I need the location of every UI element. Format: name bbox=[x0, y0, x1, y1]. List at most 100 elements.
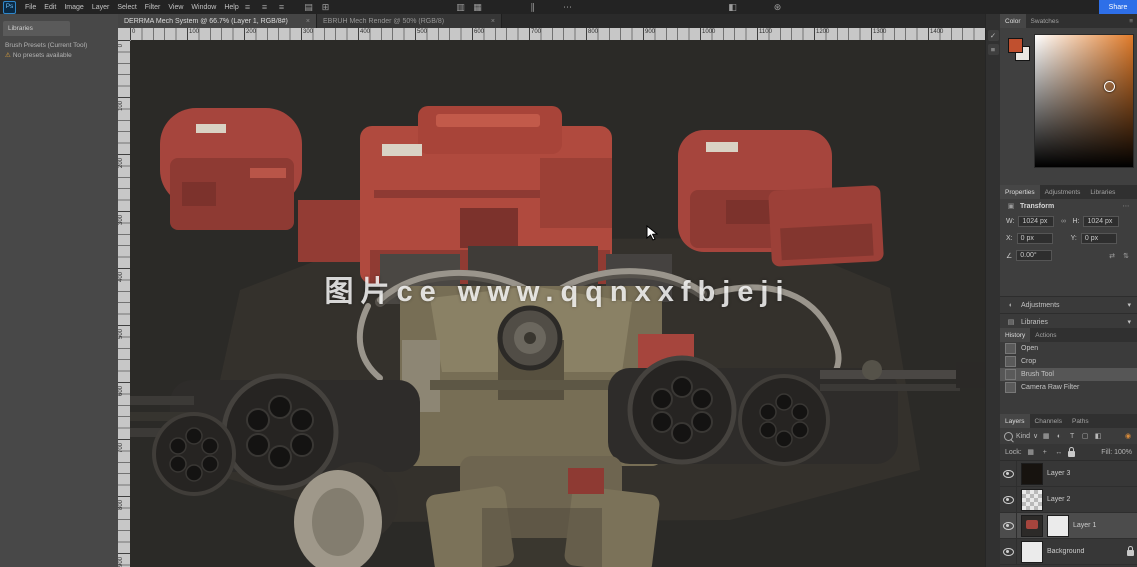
flip-horizontal-icon[interactable]: ⇄ bbox=[1107, 252, 1117, 260]
menu-help[interactable]: Help bbox=[220, 4, 242, 11]
menu-edit[interactable]: Edit bbox=[40, 4, 60, 11]
layer-name: Layer 1 bbox=[1073, 522, 1097, 529]
layer-thumbnail[interactable] bbox=[1021, 540, 1043, 563]
panel-row-adjustments[interactable]: ◐ Adjustments ▾ bbox=[1000, 296, 1137, 313]
chevron-down-icon[interactable]: ∨ bbox=[1033, 432, 1038, 440]
tab-paths[interactable]: Paths bbox=[1067, 414, 1094, 428]
tab-channels[interactable]: Channels bbox=[1030, 414, 1067, 428]
tab-actions[interactable]: Actions bbox=[1030, 328, 1061, 342]
tab-properties[interactable]: Properties bbox=[1000, 185, 1040, 199]
ruler-top[interactable]: 0 100 200 300 400 500 600 700 800 900 1000 1100 1200… bbox=[130, 28, 985, 40]
chevron-down-icon[interactable]: ▾ bbox=[1127, 301, 1131, 309]
history-state[interactable]: Open bbox=[1000, 342, 1137, 355]
filter-toggle-icon[interactable]: ◉ bbox=[1123, 432, 1133, 440]
angle-field[interactable]: 0.00° bbox=[1016, 250, 1053, 261]
menu-file[interactable]: File bbox=[21, 4, 40, 11]
layer-row[interactable]: Layer 2 bbox=[1000, 487, 1137, 513]
app-logo[interactable]: Ps bbox=[3, 0, 16, 14]
menu-select[interactable]: Select bbox=[113, 4, 140, 11]
check-icon[interactable]: ✓ bbox=[987, 30, 999, 41]
filter-type-icon[interactable]: T bbox=[1067, 433, 1077, 440]
layer-row[interactable]: Layer 3 bbox=[1000, 461, 1137, 487]
link-icon[interactable]: ∞ bbox=[1058, 218, 1068, 225]
layer-row-selected[interactable]: Layer 1 bbox=[1000, 513, 1137, 539]
lock-position-icon[interactable]: + bbox=[1040, 449, 1050, 456]
layer-thumbnail[interactable] bbox=[1021, 514, 1043, 537]
history-state[interactable]: Camera Raw Filter bbox=[1000, 381, 1137, 394]
tab-color[interactable]: Color bbox=[1000, 14, 1026, 28]
settings-icon[interactable]: ⊛ bbox=[772, 0, 783, 14]
mouse-cursor-icon bbox=[646, 225, 658, 241]
lock-move-icon[interactable]: ↔ bbox=[1054, 449, 1064, 456]
close-icon[interactable]: × bbox=[486, 18, 495, 25]
history-state-selected[interactable]: Brush Tool bbox=[1000, 368, 1137, 381]
document-tab-active[interactable]: DERRMA Mech System @ 66.7% (Layer 1, RGB… bbox=[118, 14, 317, 28]
tab-history[interactable]: History bbox=[1000, 328, 1031, 342]
filter-adjustment-icon[interactable]: ◐ bbox=[1054, 433, 1064, 440]
foreground-color-swatch[interactable] bbox=[1008, 38, 1023, 53]
visibility-toggle[interactable] bbox=[1000, 513, 1017, 538]
share-button[interactable]: Share bbox=[1099, 0, 1137, 14]
libraries-icon: ▤ bbox=[1007, 319, 1015, 326]
filter-kind-select[interactable]: Kind bbox=[1016, 433, 1030, 440]
panel-collapse-strip: ✓ ≡ bbox=[985, 14, 1000, 567]
height-field[interactable]: 1024 px bbox=[1083, 216, 1120, 227]
menu-layer[interactable]: Layer bbox=[88, 4, 114, 11]
canvas[interactable]: 图片ce www.qqnxxfbjeji bbox=[130, 40, 985, 567]
tab-layers[interactable]: Layers bbox=[1000, 414, 1030, 428]
ruler-label: 1400 bbox=[930, 29, 944, 35]
align-right-icon[interactable]: ≡ bbox=[276, 0, 287, 14]
panel-grid-icon[interactable]: ▤ bbox=[303, 0, 314, 14]
color-gradient[interactable] bbox=[1034, 34, 1134, 168]
tab-swatches[interactable]: Swatches bbox=[1026, 14, 1064, 28]
align-center-icon[interactable]: ≡ bbox=[259, 0, 270, 14]
list-icon[interactable]: ≡ bbox=[987, 44, 999, 55]
filter-pixel-icon[interactable]: ▦ bbox=[1041, 432, 1051, 440]
y-field[interactable]: 0 px bbox=[1080, 233, 1117, 244]
lock-all-icon[interactable] bbox=[1067, 446, 1075, 457]
layer-row[interactable]: Background bbox=[1000, 539, 1137, 565]
pattern-icon[interactable]: ▦ bbox=[472, 0, 483, 14]
left-panel-tab[interactable]: Libraries bbox=[3, 21, 70, 36]
more-options-icon[interactable]: ⋯ bbox=[562, 0, 573, 14]
color-picker-cursor[interactable] bbox=[1103, 81, 1115, 93]
x-field[interactable]: 0 px bbox=[1016, 233, 1053, 244]
ruler-left[interactable]: 0 100 200 300 400 500 600 700 800 900 bbox=[118, 40, 130, 567]
visibility-toggle[interactable] bbox=[1000, 539, 1017, 564]
left-panel-line2: ⚠ No presets available bbox=[5, 51, 113, 61]
layer-thumbnail[interactable] bbox=[1021, 462, 1043, 485]
layer-mask-thumbnail[interactable] bbox=[1047, 514, 1069, 537]
menu-view[interactable]: View bbox=[164, 4, 187, 11]
ruler-label: 200 bbox=[118, 158, 124, 169]
visibility-toggle[interactable] bbox=[1000, 487, 1017, 512]
document-tab-title: EBRUH Mech Render @ 50% (RGB/8) bbox=[323, 17, 445, 25]
ruler-label: 400 bbox=[360, 29, 371, 35]
filter-smart-icon[interactable]: ◧ bbox=[1093, 432, 1103, 440]
history-state-label: Camera Raw Filter bbox=[1021, 384, 1080, 391]
more-options-icon[interactable]: ⋯ bbox=[1121, 202, 1131, 210]
width-field[interactable]: 1024 px bbox=[1018, 216, 1055, 227]
tab-libraries[interactable]: Libraries bbox=[1085, 185, 1120, 199]
tab-adjustments[interactable]: Adjustments bbox=[1040, 185, 1086, 199]
chevron-down-icon[interactable]: ▾ bbox=[1127, 318, 1131, 326]
grid-icon[interactable]: ⊞ bbox=[320, 0, 331, 14]
layer-thumbnail[interactable] bbox=[1021, 488, 1043, 511]
menu-filter[interactable]: Filter bbox=[141, 4, 165, 11]
visibility-toggle[interactable] bbox=[1000, 461, 1017, 486]
properties-panel: Properties Adjustments Libraries ▣ Trans… bbox=[1000, 185, 1137, 296]
lock-icon bbox=[1127, 546, 1134, 556]
workspace-icon[interactable]: ◧ bbox=[727, 0, 738, 14]
close-icon[interactable]: × bbox=[301, 18, 310, 25]
flip-vertical-icon[interactable]: ⇅ bbox=[1121, 252, 1131, 260]
x-label: X: bbox=[1006, 235, 1013, 242]
fill-value[interactable]: Fill: 100% bbox=[1101, 449, 1132, 456]
document-tab-inactive[interactable]: EBRUH Mech Render @ 50% (RGB/8) × bbox=[317, 14, 502, 28]
lock-pixels-icon[interactable]: ▦ bbox=[1026, 448, 1036, 456]
menu-window[interactable]: Window bbox=[187, 4, 220, 11]
align-left-icon[interactable]: ≡ bbox=[242, 0, 253, 14]
panel-menu-icon[interactable]: ≡ bbox=[1125, 14, 1137, 28]
menu-image[interactable]: Image bbox=[60, 4, 87, 11]
history-state[interactable]: Crop bbox=[1000, 355, 1137, 368]
filter-shape-icon[interactable]: ▢ bbox=[1080, 432, 1090, 440]
distribute-icon[interactable]: ▥ bbox=[455, 0, 466, 14]
